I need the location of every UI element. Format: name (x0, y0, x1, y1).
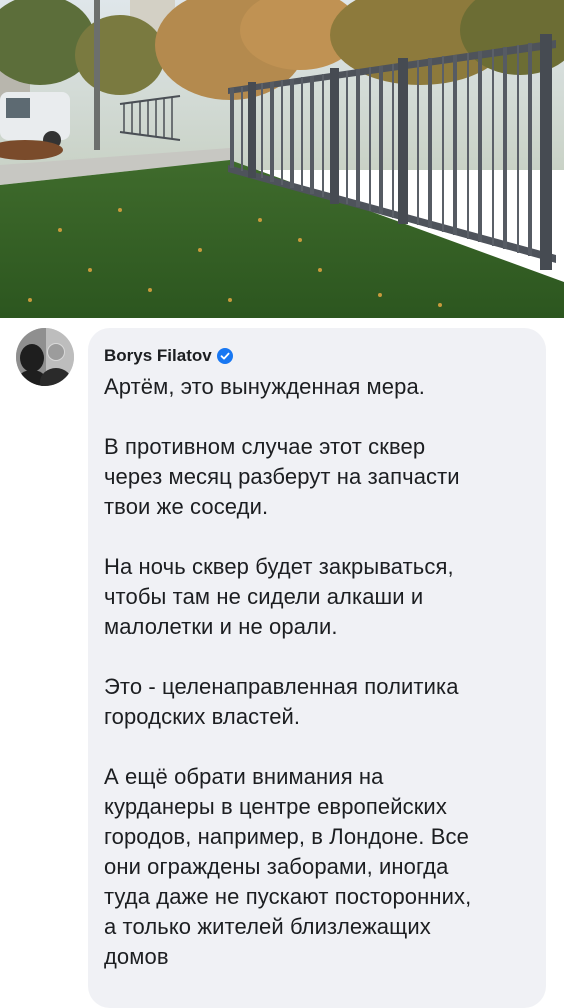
comment-text: Артём, это вынужденная мера. В противном… (104, 374, 472, 969)
avatar[interactable] (16, 328, 74, 386)
comment-header: Borys Filatov (104, 344, 233, 368)
author-name[interactable]: Borys Filatov (104, 346, 212, 366)
verified-badge-icon (216, 348, 233, 364)
post-photo[interactable] (0, 0, 564, 318)
comment-bubble: Borys Filatov Артём, это вынужденная мер… (88, 328, 546, 1008)
comment-section: Borys Filatov Артём, это вынужденная мер… (0, 318, 564, 1008)
